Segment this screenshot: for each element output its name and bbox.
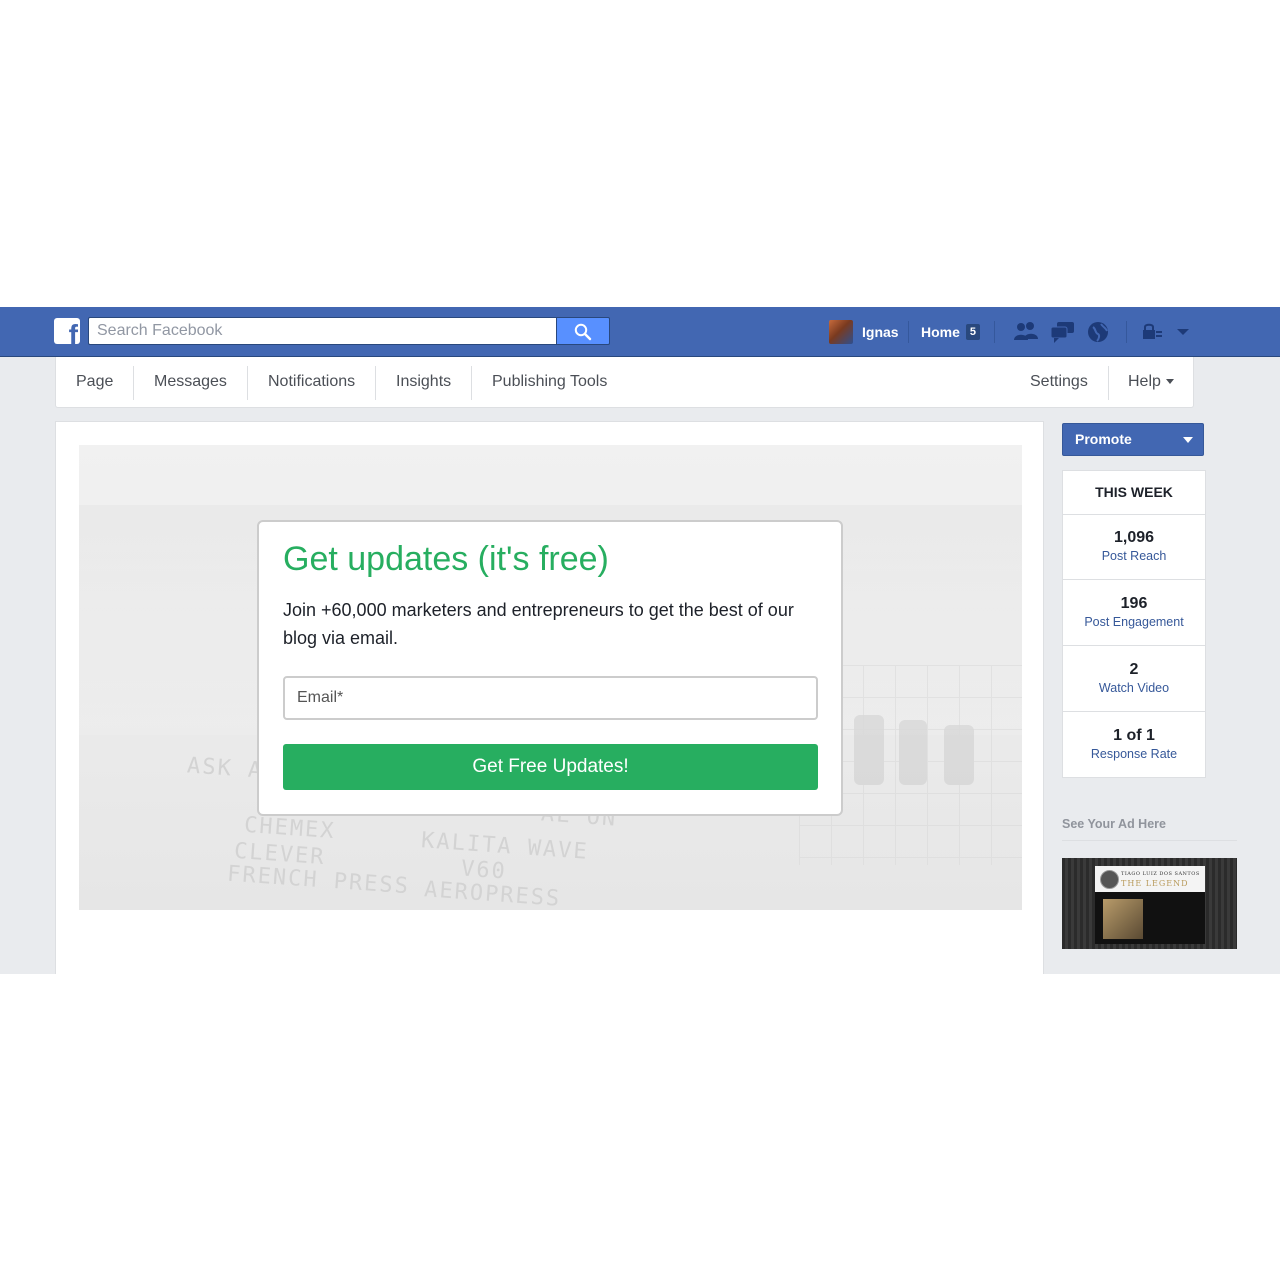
divider [908, 321, 909, 343]
search-bar [88, 317, 610, 345]
stat-post-reach[interactable]: 1,096 Post Reach [1063, 514, 1205, 580]
stat-response-rate[interactable]: 1 of 1 Response Rate [1063, 712, 1205, 778]
privacy-lock-icon[interactable] [1140, 319, 1168, 345]
home-label: Home [921, 324, 960, 340]
email-field[interactable] [283, 676, 818, 720]
page-nav: Page Messages Notifications Insights Pub… [55, 357, 1194, 408]
avatar [829, 320, 853, 344]
messages-icon[interactable] [1049, 319, 1077, 345]
tab-page[interactable]: Page [76, 357, 113, 407]
stat-watch-video[interactable]: 2 Watch Video [1063, 646, 1205, 712]
email-optin-box: Get updates (it's free) Join +60,000 mar… [257, 520, 843, 816]
tab-notifications[interactable]: Notifications [268, 357, 355, 407]
tab-messages[interactable]: Messages [154, 357, 227, 407]
portrait-icon [1100, 870, 1119, 889]
divider [471, 366, 472, 400]
divider [1126, 321, 1127, 343]
divider [994, 321, 995, 343]
search-icon [574, 323, 592, 341]
stat-post-engagement[interactable]: 196 Post Engagement [1063, 580, 1205, 646]
friend-requests-icon[interactable] [1012, 319, 1040, 345]
ad-section-title[interactable]: See Your Ad Here [1062, 817, 1166, 831]
divider [1062, 840, 1237, 841]
help-menu[interactable]: Help [1128, 357, 1174, 407]
account-menu-caret-icon[interactable] [1172, 319, 1200, 345]
facebook-logo-icon[interactable]: f [54, 318, 80, 344]
tab-publishing-tools[interactable]: Publishing Tools [492, 357, 607, 407]
stat-label: Response Rate [1090, 747, 1178, 761]
ad-preview-image[interactable]: TIAGO LUIZ DOS SANTOS THE LEGEND [1062, 858, 1237, 949]
stat-label: Watch Video [1098, 681, 1170, 695]
profile-link[interactable]: Ignas [829, 319, 899, 345]
home-count-badge: 5 [965, 324, 981, 340]
ad-legend-text: THE LEGEND [1121, 879, 1189, 888]
stat-value: 196 [1120, 595, 1148, 612]
help-label: Help [1128, 373, 1161, 390]
ad-photo [1103, 899, 1143, 939]
notifications-globe-icon[interactable] [1086, 319, 1114, 345]
chalkboard-text: ASK A [186, 753, 265, 784]
stat-label: Post Engagement [1084, 615, 1184, 629]
top-bar: f Ignas Home 5 [0, 307, 1280, 357]
stat-label: Post Reach [1101, 549, 1167, 563]
ad-name-text: TIAGO LUIZ DOS SANTOS [1121, 871, 1200, 877]
optin-title: Get updates (it's free) [283, 540, 609, 578]
divider [247, 366, 248, 400]
stat-value: 1,096 [1113, 529, 1155, 546]
divider [1108, 366, 1109, 400]
divider [375, 366, 376, 400]
tab-insights[interactable]: Insights [396, 357, 451, 407]
stat-value: 2 [1129, 661, 1139, 678]
stat-value: 1 of 1 [1113, 727, 1155, 744]
chalkboard-text: FRENCH PRESS [226, 861, 411, 900]
this-week-heading: THIS WEEK [1063, 471, 1205, 515]
optin-description: Join +60,000 marketers and entrepreneurs… [283, 600, 794, 648]
chevron-down-icon [1183, 437, 1193, 443]
search-input[interactable] [88, 317, 556, 345]
chevron-down-icon [1165, 379, 1174, 385]
search-button[interactable] [556, 317, 610, 345]
home-link[interactable]: Home 5 [921, 319, 981, 345]
this-week-panel: THIS WEEK 1,096 Post Reach 196 Post Enga… [1062, 470, 1206, 778]
promote-label: Promote [1075, 431, 1132, 447]
divider [133, 366, 134, 400]
chalkboard-text: AEROPRESS [423, 877, 562, 910]
facebook-page-app: f Ignas Home 5 [0, 307, 1280, 974]
tab-settings[interactable]: Settings [1030, 357, 1088, 407]
get-free-updates-button[interactable]: Get Free Updates! [283, 744, 818, 790]
user-name: Ignas [862, 324, 899, 340]
promote-button[interactable]: Promote [1062, 423, 1204, 456]
